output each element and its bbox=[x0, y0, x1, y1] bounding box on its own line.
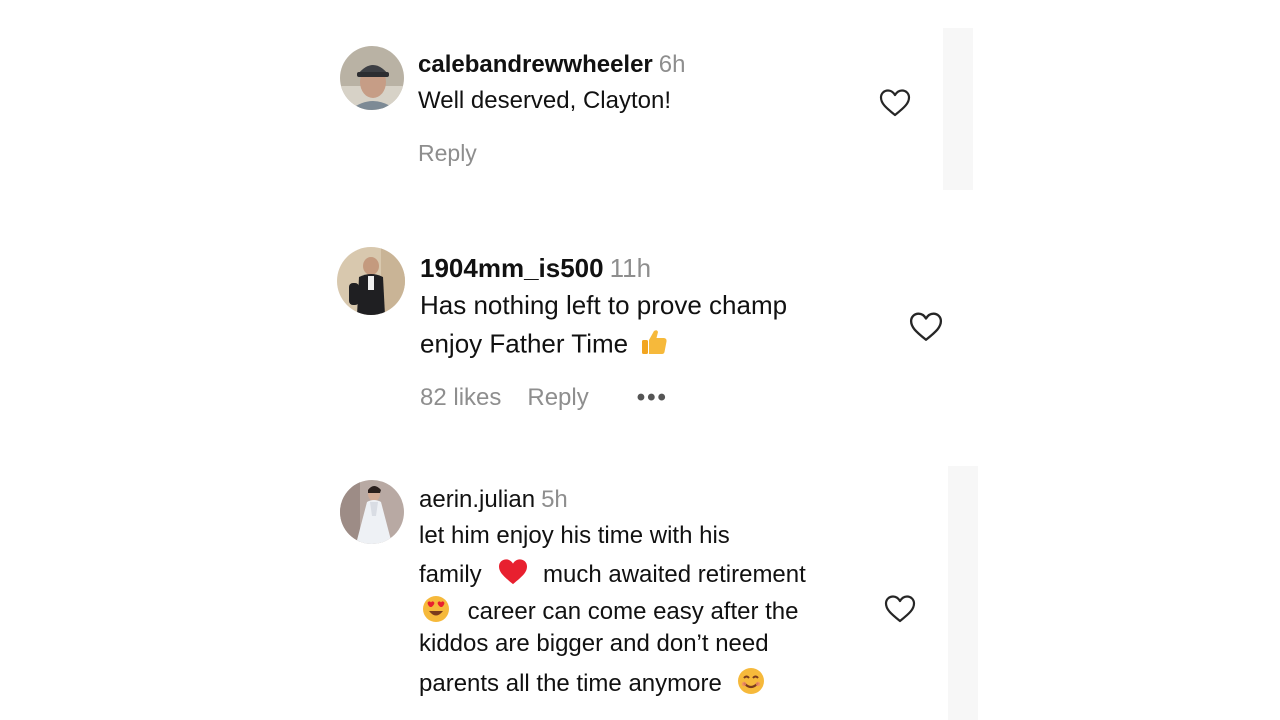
more-options-button[interactable]: ••• bbox=[637, 384, 668, 411]
avatar[interactable] bbox=[340, 46, 404, 110]
timestamp[interactable]: 5h bbox=[541, 486, 568, 513]
user-avatar-cap-icon bbox=[340, 46, 404, 110]
likes-count[interactable]: 82 likes bbox=[420, 384, 501, 411]
heart-eyes-face-emoji-icon bbox=[421, 594, 451, 631]
reply-button[interactable]: Reply bbox=[418, 140, 477, 166]
comment-text: career can come easy after the bbox=[467, 597, 799, 625]
username[interactable]: calebandrewwheeler bbox=[418, 51, 653, 78]
reply-button[interactable]: Reply bbox=[527, 384, 588, 411]
heart-outline-icon bbox=[879, 89, 911, 117]
username[interactable]: 1904mm_is500 bbox=[420, 253, 604, 283]
thumbs-up-emoji-icon bbox=[639, 327, 669, 364]
user-avatar-dress-icon bbox=[340, 480, 404, 544]
comment-text: let him enjoy his time with his bbox=[419, 522, 730, 549]
scroll-strip-top bbox=[943, 28, 973, 190]
user-avatar-suit-icon bbox=[337, 247, 405, 315]
comment-text: Has nothing left to prove champ bbox=[420, 290, 788, 320]
timestamp[interactable]: 11h bbox=[610, 253, 651, 283]
avatar[interactable] bbox=[340, 480, 404, 544]
like-button[interactable] bbox=[909, 311, 943, 343]
comment-text: enjoy Father Time bbox=[420, 328, 629, 359]
comment-text: parents all the time anymore bbox=[419, 669, 722, 697]
red-heart-emoji-icon bbox=[498, 558, 528, 593]
timestamp[interactable]: 6h bbox=[659, 51, 686, 78]
comment-text: Well deserved, Clayton! bbox=[418, 87, 672, 114]
comment-text: family bbox=[419, 560, 482, 588]
scroll-strip-bottom bbox=[948, 466, 978, 720]
like-button[interactable] bbox=[879, 88, 911, 118]
username[interactable]: aerin.julian bbox=[419, 486, 535, 513]
comment-text: kiddos are bigger and don’t need bbox=[419, 630, 769, 657]
smiling-face-emoji-icon bbox=[736, 666, 766, 703]
avatar[interactable] bbox=[337, 247, 405, 315]
comment-text: much awaited retirement bbox=[543, 560, 806, 588]
heart-outline-icon bbox=[909, 312, 943, 341]
heart-outline-icon bbox=[884, 595, 916, 623]
like-button[interactable] bbox=[884, 594, 916, 624]
